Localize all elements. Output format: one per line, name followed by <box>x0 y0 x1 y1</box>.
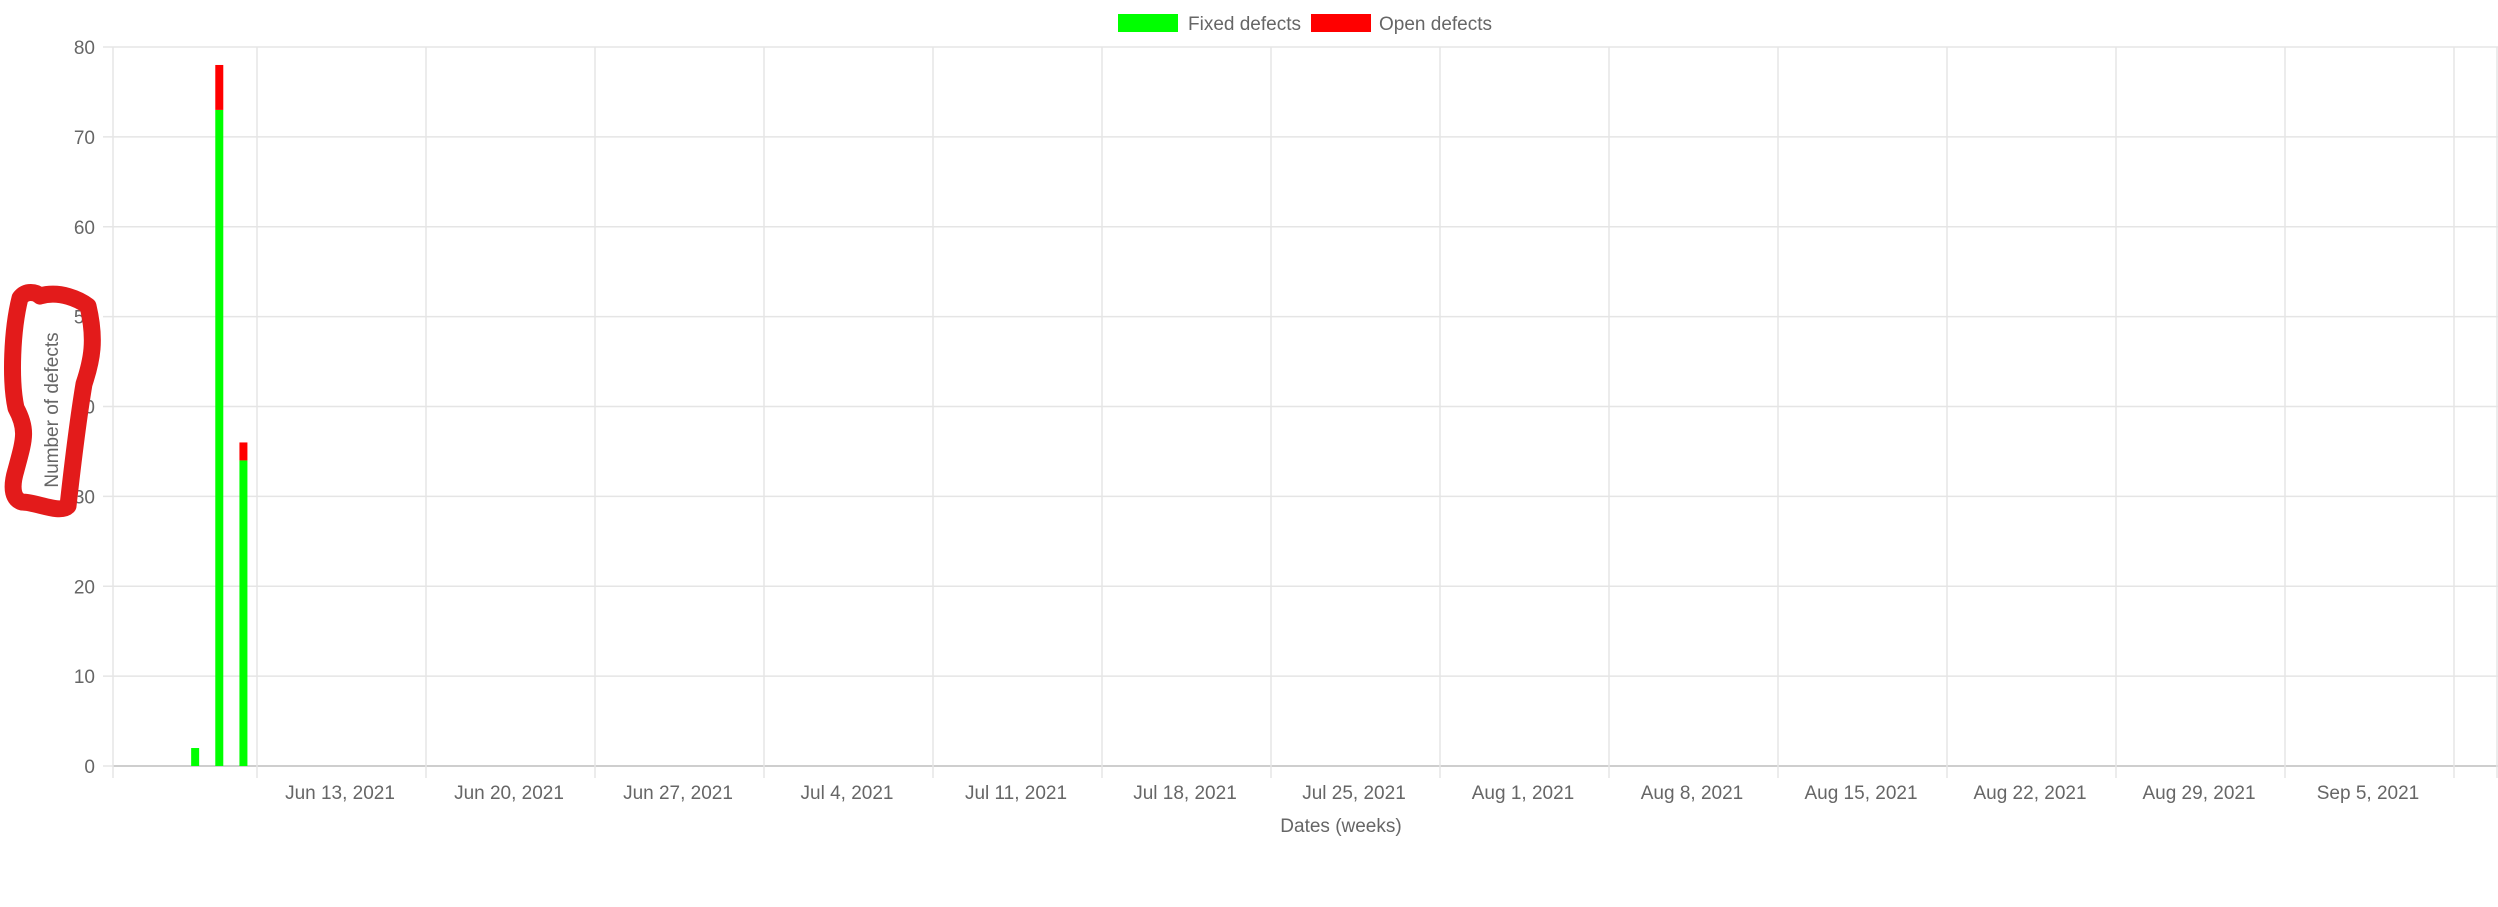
x-tick-label: Jun 20, 2021 <box>454 783 564 804</box>
x-tick-label: Aug 1, 2021 <box>1472 783 1574 804</box>
x-tick-label: Jul 4, 2021 <box>801 783 894 804</box>
y-axis-title: Number of defects <box>42 332 63 487</box>
y-tick-label: 0 <box>84 757 95 778</box>
bar-open-defects[interactable] <box>239 442 248 461</box>
legend-swatch[interactable] <box>1311 14 1371 32</box>
legend-label[interactable]: Fixed defects <box>1188 14 1301 35</box>
y-tick-label: 80 <box>74 38 95 59</box>
legend-swatch[interactable] <box>1118 14 1178 32</box>
legend-label[interactable]: Open defects <box>1379 14 1492 35</box>
x-tick-label: Sep 5, 2021 <box>2317 783 2419 804</box>
bar-fixed-defects[interactable] <box>215 109 224 767</box>
x-tick-label: Aug 8, 2021 <box>1641 783 1743 804</box>
x-tick-label: Aug 29, 2021 <box>2142 783 2255 804</box>
legend[interactable]: Fixed defects Open defects <box>1118 14 1492 35</box>
y-tick-label: 20 <box>74 577 95 598</box>
x-tick-label: Jul 18, 2021 <box>1133 783 1237 804</box>
y-tick-label: 60 <box>74 218 95 239</box>
grid-lines <box>103 46 2498 778</box>
x-tick-label: Jul 11, 2021 <box>965 783 1067 804</box>
x-tick-label: Jun 13, 2021 <box>285 783 395 804</box>
x-tick-label: Aug 15, 2021 <box>1804 783 1917 804</box>
x-axis-ticks: Jun 13, 2021 Jun 20, 2021 Jun 27, 2021 Jul … <box>285 783 2419 804</box>
bar-fixed-defects[interactable] <box>191 748 200 766</box>
x-axis-title: Dates (weeks) <box>1280 816 1401 837</box>
bar-fixed-defects[interactable] <box>239 460 248 766</box>
x-tick-label: Aug 22, 2021 <box>1973 783 2086 804</box>
y-tick-label: 70 <box>74 128 95 149</box>
x-tick-label: Jun 27, 2021 <box>623 783 733 804</box>
bars <box>191 64 248 767</box>
y-tick-label: 10 <box>74 667 95 688</box>
x-tick-label: Jul 25, 2021 <box>1302 783 1406 804</box>
bar-open-defects[interactable] <box>215 64 224 110</box>
defects-chart: 01020304050607080 Jun 13, 2021 Jun 20, 20… <box>4 14 2498 837</box>
